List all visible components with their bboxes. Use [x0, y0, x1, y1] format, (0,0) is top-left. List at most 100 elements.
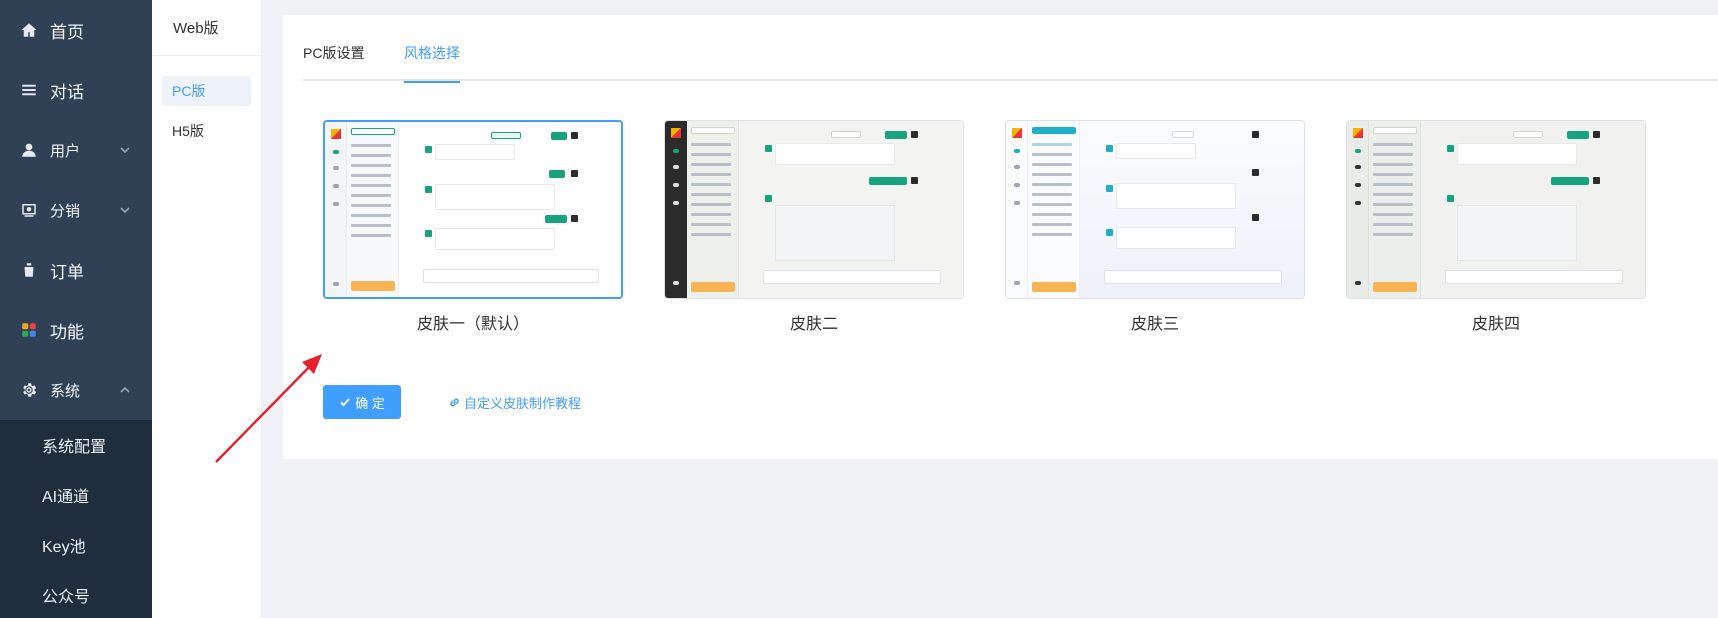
preview-vip-card	[1373, 282, 1417, 292]
skin-preview	[1005, 120, 1305, 299]
preview-pill	[1513, 131, 1543, 138]
sidebar-item-label: 对话	[50, 82, 84, 102]
preview-nav-dot	[1355, 165, 1361, 169]
skin-option-3[interactable]: 皮肤三	[1005, 120, 1305, 334]
sidebar-item-distribution[interactable]: 分销	[0, 180, 152, 240]
gear-icon	[20, 381, 38, 399]
skin-preview-mini	[1006, 121, 1304, 298]
submenu-item-official-account[interactable]: 公众号	[0, 570, 152, 618]
preview-bot-avatar	[425, 230, 432, 237]
system-submenu: 系统配置 AI通道 Key池 公众号	[0, 420, 152, 618]
preview-chat	[739, 121, 963, 298]
preview-rail	[325, 122, 347, 297]
preview-nav-dot	[1355, 281, 1361, 285]
preview-green-button	[545, 215, 567, 223]
submenu-item-ai-channel[interactable]: AI通道	[0, 470, 152, 520]
preview-bot-avatar	[425, 146, 432, 153]
secondary-sidebar: Web版 PC版 H5版	[152, 0, 262, 618]
preview-list-item	[1032, 153, 1072, 156]
preview-avatar	[911, 131, 918, 138]
preview-bubble	[435, 184, 555, 210]
sidebar-item-features[interactable]: 功能	[0, 300, 152, 360]
preview-list	[347, 122, 399, 297]
preview-list-item	[1032, 203, 1072, 206]
skin-option-4[interactable]: 皮肤四	[1346, 120, 1646, 334]
preview-avatar	[1593, 177, 1600, 184]
sidebar2-item-pc[interactable]: PC版	[162, 76, 251, 106]
tab-style-select[interactable]: 风格选择	[404, 35, 460, 83]
preview-pill	[831, 131, 861, 138]
preview-list-item	[1373, 163, 1413, 166]
preview-vip-card	[1032, 282, 1076, 292]
preview-list-item	[351, 224, 391, 227]
submenu-item-system-config[interactable]: 系统配置	[0, 420, 152, 470]
preview-list-item	[691, 193, 731, 196]
preview-new-chat	[691, 127, 735, 134]
preview-list-item	[351, 194, 391, 197]
preview-list-item	[691, 223, 731, 226]
preview-list-item	[1373, 143, 1413, 146]
preview-nav-dot	[1355, 201, 1361, 205]
preview-nav-dot	[333, 202, 339, 206]
preview-nav-dot	[673, 201, 679, 205]
preview-list	[1028, 121, 1080, 298]
preview-nav-dot	[673, 183, 679, 187]
skin-name: 皮肤二	[789, 316, 838, 333]
skin-name: 皮肤三	[1130, 316, 1179, 333]
sidebar2-item-h5[interactable]: H5版	[162, 116, 251, 146]
preview-list-item	[1373, 193, 1413, 196]
preview-list-item	[351, 204, 391, 207]
preview-list-item	[1032, 183, 1072, 186]
preview-green-button	[869, 177, 907, 185]
preview-avatar	[1593, 131, 1600, 138]
preview-list-item	[691, 163, 731, 166]
preview-list-item	[1032, 223, 1072, 226]
preview-code-block	[775, 205, 895, 261]
preview-nav-dot	[673, 165, 679, 169]
skin-name: 皮肤一（默认）	[416, 316, 529, 333]
preview-input	[763, 270, 941, 284]
sidebar-item-label: 系统	[50, 382, 81, 400]
skin-option-2[interactable]: 皮肤二	[664, 120, 964, 334]
sidebar-item-system[interactable]: 系统	[0, 360, 152, 420]
preview-list-item	[1373, 183, 1413, 186]
home-icon	[20, 21, 38, 39]
skin-preview	[323, 120, 623, 299]
preview-list-item	[1373, 153, 1413, 156]
preview-nav-dot	[673, 281, 679, 285]
preview-green-button	[1551, 177, 1589, 185]
preview-list-item	[691, 153, 731, 156]
preview-list-item	[691, 143, 731, 146]
preview-list-item	[351, 184, 391, 187]
skin-option-1[interactable]: 皮肤一（默认）	[323, 120, 623, 334]
skin-name: 皮肤四	[1471, 316, 1520, 333]
skin-preview-mini	[1347, 121, 1645, 298]
preview-bubble	[1116, 143, 1196, 159]
preview-nav-dot	[1014, 281, 1020, 285]
order-icon	[20, 261, 38, 279]
sidebar-item-chat[interactable]: 对话	[0, 60, 152, 120]
distribution-icon	[20, 201, 38, 219]
preview-list-item	[691, 173, 731, 176]
tab-pc-settings[interactable]: PC版设置	[303, 35, 364, 81]
logo-icon	[331, 129, 341, 139]
submenu-item-key-pool[interactable]: Key池	[0, 520, 152, 570]
confirm-button[interactable]: 确 定	[323, 385, 401, 419]
preview-avatar	[571, 170, 578, 177]
link-icon	[448, 396, 461, 409]
preview-bot-avatar	[425, 186, 432, 193]
preview-avatar	[571, 215, 578, 222]
preview-list-item	[351, 164, 391, 167]
preview-list-item	[351, 154, 391, 157]
preview-nav-dot	[1014, 165, 1020, 169]
sidebar-item-orders[interactable]: 订单	[0, 240, 152, 300]
sidebar-item-users[interactable]: 用户	[0, 120, 152, 180]
skin-tutorial-link[interactable]: 自定义皮肤制作教程	[448, 393, 581, 412]
skin-preview	[1346, 120, 1646, 299]
preview-nav-dot	[333, 282, 339, 286]
preview-bot-avatar	[1447, 145, 1454, 152]
preview-list-item	[1032, 173, 1072, 176]
preview-nav-dot	[333, 150, 339, 154]
preview-avatar	[571, 132, 578, 139]
sidebar-item-home[interactable]: 首页	[0, 0, 152, 60]
